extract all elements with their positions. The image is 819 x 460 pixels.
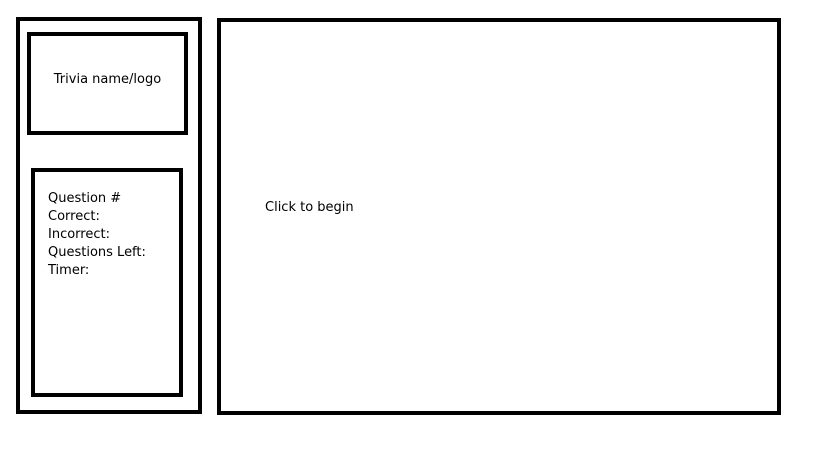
logo-box: Trivia name/logo	[27, 32, 188, 135]
main-game-panel[interactable]: Click to begin	[217, 18, 781, 415]
incorrect-count-label: Incorrect:	[48, 227, 110, 242]
stats-list: Question # Correct: Incorrect: Questions…	[48, 190, 146, 280]
stats-panel: Question # Correct: Incorrect: Questions…	[31, 168, 183, 397]
questions-left-label: Questions Left:	[48, 245, 146, 260]
correct-count-label: Correct:	[48, 209, 100, 224]
question-number-label: Question #	[48, 191, 122, 206]
click-to-begin-button[interactable]: Click to begin	[265, 199, 354, 217]
trivia-logo-text: Trivia name/logo	[53, 72, 162, 87]
timer-label: Timer:	[48, 263, 90, 278]
